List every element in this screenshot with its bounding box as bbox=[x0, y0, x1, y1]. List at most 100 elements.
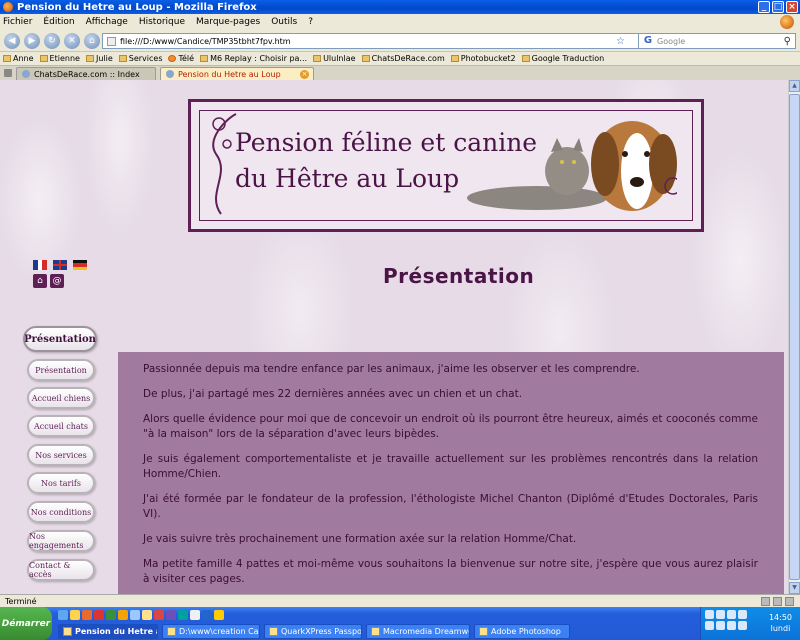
google-icon[interactable]: G bbox=[642, 35, 654, 47]
status-icon bbox=[761, 597, 770, 606]
flag-french-icon[interactable] bbox=[33, 260, 48, 270]
tray-icon[interactable] bbox=[705, 621, 714, 630]
site-icon bbox=[450, 55, 459, 62]
quick-launch-icon[interactable] bbox=[214, 610, 224, 620]
tab-close-icon[interactable]: × bbox=[300, 70, 309, 79]
flag-english-icon[interactable] bbox=[53, 260, 67, 270]
menu-marque-pages[interactable]: Marque-pages bbox=[196, 17, 260, 27]
menu-historique[interactable]: Historique bbox=[139, 17, 185, 27]
tray-icon[interactable] bbox=[727, 621, 736, 630]
menu-help[interactable]: ? bbox=[308, 17, 313, 27]
stop-icon[interactable]: ✕ bbox=[64, 32, 80, 49]
dreamweaver-icon bbox=[371, 627, 380, 636]
tray-icon[interactable] bbox=[716, 621, 725, 630]
quick-launch-icon[interactable] bbox=[190, 610, 200, 620]
menu-fichier[interactable]: Fichier bbox=[3, 17, 32, 27]
bookmarks-toolbar: Anne Etienne Julie Services Télé M6 Repl… bbox=[0, 52, 800, 65]
menu-affichage[interactable]: Affichage bbox=[86, 17, 128, 27]
close-button[interactable]: × bbox=[786, 1, 798, 13]
quick-launch bbox=[58, 610, 258, 620]
nav-item-accueil-chats[interactable]: Accueil chats bbox=[27, 415, 95, 437]
task-photoshop[interactable]: Adobe Photoshop bbox=[474, 624, 570, 639]
menu-edition[interactable]: Édition bbox=[43, 17, 74, 27]
search-icon[interactable]: ⚲ bbox=[784, 36, 791, 47]
scroll-down-icon[interactable]: ▼ bbox=[789, 582, 800, 594]
home-icon[interactable]: ⌂ bbox=[33, 274, 47, 288]
quick-launch-icon[interactable] bbox=[94, 610, 104, 620]
bookmark-chatsderace[interactable]: ChatsDeRace.com bbox=[361, 54, 445, 63]
nav-current-presentation[interactable]: Présentation bbox=[23, 326, 97, 352]
tab-pension[interactable]: Pension du Hetre au Loup × bbox=[160, 67, 314, 80]
address-bar[interactable]: file:///D:/www/Candice/TMP35tbht7fpv.htm… bbox=[102, 33, 642, 49]
bookmark-ululnlae[interactable]: Ululnlae bbox=[313, 54, 356, 63]
nav-item-nos-conditions[interactable]: Nos conditions bbox=[27, 501, 95, 523]
minimize-button[interactable]: _ bbox=[758, 1, 770, 13]
url-text[interactable]: file:///D:/www/Candice/TMP35tbht7fpv.htm bbox=[120, 37, 616, 46]
language-flags bbox=[33, 260, 87, 270]
quick-launch-icon[interactable] bbox=[106, 610, 116, 620]
bookmark-star-icon[interactable]: ☆ bbox=[616, 36, 625, 47]
window-title: Pension du Hetre au Loup - Mozilla Firef… bbox=[17, 1, 257, 13]
task-firefox[interactable]: Pension du Hetre au L... bbox=[58, 624, 158, 639]
paragraph: Je vais suivre très prochainement une fo… bbox=[143, 533, 577, 545]
bookmark-photobucket[interactable]: Photobucket2 bbox=[450, 54, 516, 63]
menu-outils[interactable]: Outils bbox=[271, 17, 297, 27]
email-icon[interactable]: @ bbox=[50, 274, 64, 288]
bookmark-julie[interactable]: Julie bbox=[85, 54, 113, 63]
search-box[interactable]: G Google ⚲ bbox=[638, 33, 796, 49]
quick-launch-icon[interactable] bbox=[70, 610, 80, 620]
tray-icon[interactable] bbox=[727, 610, 736, 619]
quick-launch-icon[interactable] bbox=[154, 610, 164, 620]
vertical-scrollbar[interactable]: ▲ ▼ bbox=[788, 80, 800, 594]
nav-item-nos-tarifs[interactable]: Nos tarifs bbox=[27, 472, 95, 494]
page-title: Présentation bbox=[383, 264, 535, 288]
site-banner: Pension féline et canine du Hêtre au Lou… bbox=[188, 99, 704, 232]
firefox-icon bbox=[3, 2, 13, 12]
quick-launch-icon[interactable] bbox=[178, 610, 188, 620]
start-button[interactable]: Démarrer bbox=[0, 607, 52, 640]
status-text: Terminé bbox=[5, 596, 37, 606]
search-input[interactable]: Google bbox=[657, 37, 784, 46]
tray-icon[interactable] bbox=[716, 610, 725, 619]
back-icon[interactable]: ◀ bbox=[4, 32, 20, 49]
forward-icon[interactable]: ▶ bbox=[24, 32, 40, 49]
quick-launch-icon[interactable] bbox=[202, 610, 212, 620]
window-titlebar: Pension du Hetre au Loup - Mozilla Firef… bbox=[0, 0, 800, 14]
quick-launch-icon[interactable] bbox=[118, 610, 128, 620]
nav-item-nos-services[interactable]: Nos services bbox=[27, 444, 95, 466]
scroll-up-icon[interactable]: ▲ bbox=[789, 80, 800, 92]
nav-item-presentation[interactable]: Présentation bbox=[27, 359, 95, 381]
scroll-thumb[interactable] bbox=[789, 94, 800, 580]
quick-launch-icon[interactable] bbox=[58, 610, 68, 620]
bookmark-tele[interactable]: Télé bbox=[168, 54, 194, 63]
tab-favicon bbox=[22, 70, 30, 78]
tray-icon[interactable] bbox=[738, 621, 747, 630]
bookmark-google-traduction[interactable]: Google Traduction bbox=[521, 54, 604, 63]
quick-launch-icon[interactable] bbox=[166, 610, 176, 620]
reload-icon[interactable]: ↻ bbox=[44, 32, 60, 49]
home-icon[interactable]: ⌂ bbox=[84, 32, 100, 49]
bookmark-m6-replay[interactable]: M6 Replay : Choisir pa... bbox=[200, 54, 307, 63]
system-clock[interactable]: 14:50 lundi bbox=[769, 612, 792, 634]
nav-item-contact-acces[interactable]: Contact & accès bbox=[27, 559, 95, 581]
tray-icon[interactable] bbox=[738, 610, 747, 619]
status-bar: Terminé bbox=[0, 594, 800, 607]
flag-german-icon[interactable] bbox=[73, 260, 87, 270]
bookmark-anne[interactable]: Anne bbox=[3, 54, 34, 63]
task-dreamweaver[interactable]: Macromedia Dreamweav... bbox=[366, 624, 470, 639]
quick-launch-icon[interactable] bbox=[130, 610, 140, 620]
maximize-button[interactable]: □ bbox=[772, 1, 784, 13]
bookmark-services[interactable]: Services bbox=[118, 54, 162, 63]
task-explorer[interactable]: D:\www\creation Candic... bbox=[162, 624, 260, 639]
quick-launch-icon[interactable] bbox=[82, 610, 92, 620]
tab-chatsderace[interactable]: ChatsDeRace.com :: Index bbox=[16, 67, 156, 80]
quick-launch-icon[interactable] bbox=[142, 610, 152, 620]
nav-item-nos-engagements[interactable]: Nos engagements bbox=[27, 530, 95, 552]
utility-icons: ⌂ @ bbox=[33, 274, 64, 288]
clock-day: lundi bbox=[770, 624, 791, 633]
tab-list-icon[interactable] bbox=[4, 69, 12, 77]
task-quarkxpress[interactable]: QuarkXPress Passport (t... bbox=[264, 624, 362, 639]
bookmark-etienne[interactable]: Etienne bbox=[39, 54, 80, 63]
tray-icon[interactable] bbox=[705, 610, 714, 619]
nav-item-accueil-chiens[interactable]: Accueil chiens bbox=[27, 387, 95, 409]
